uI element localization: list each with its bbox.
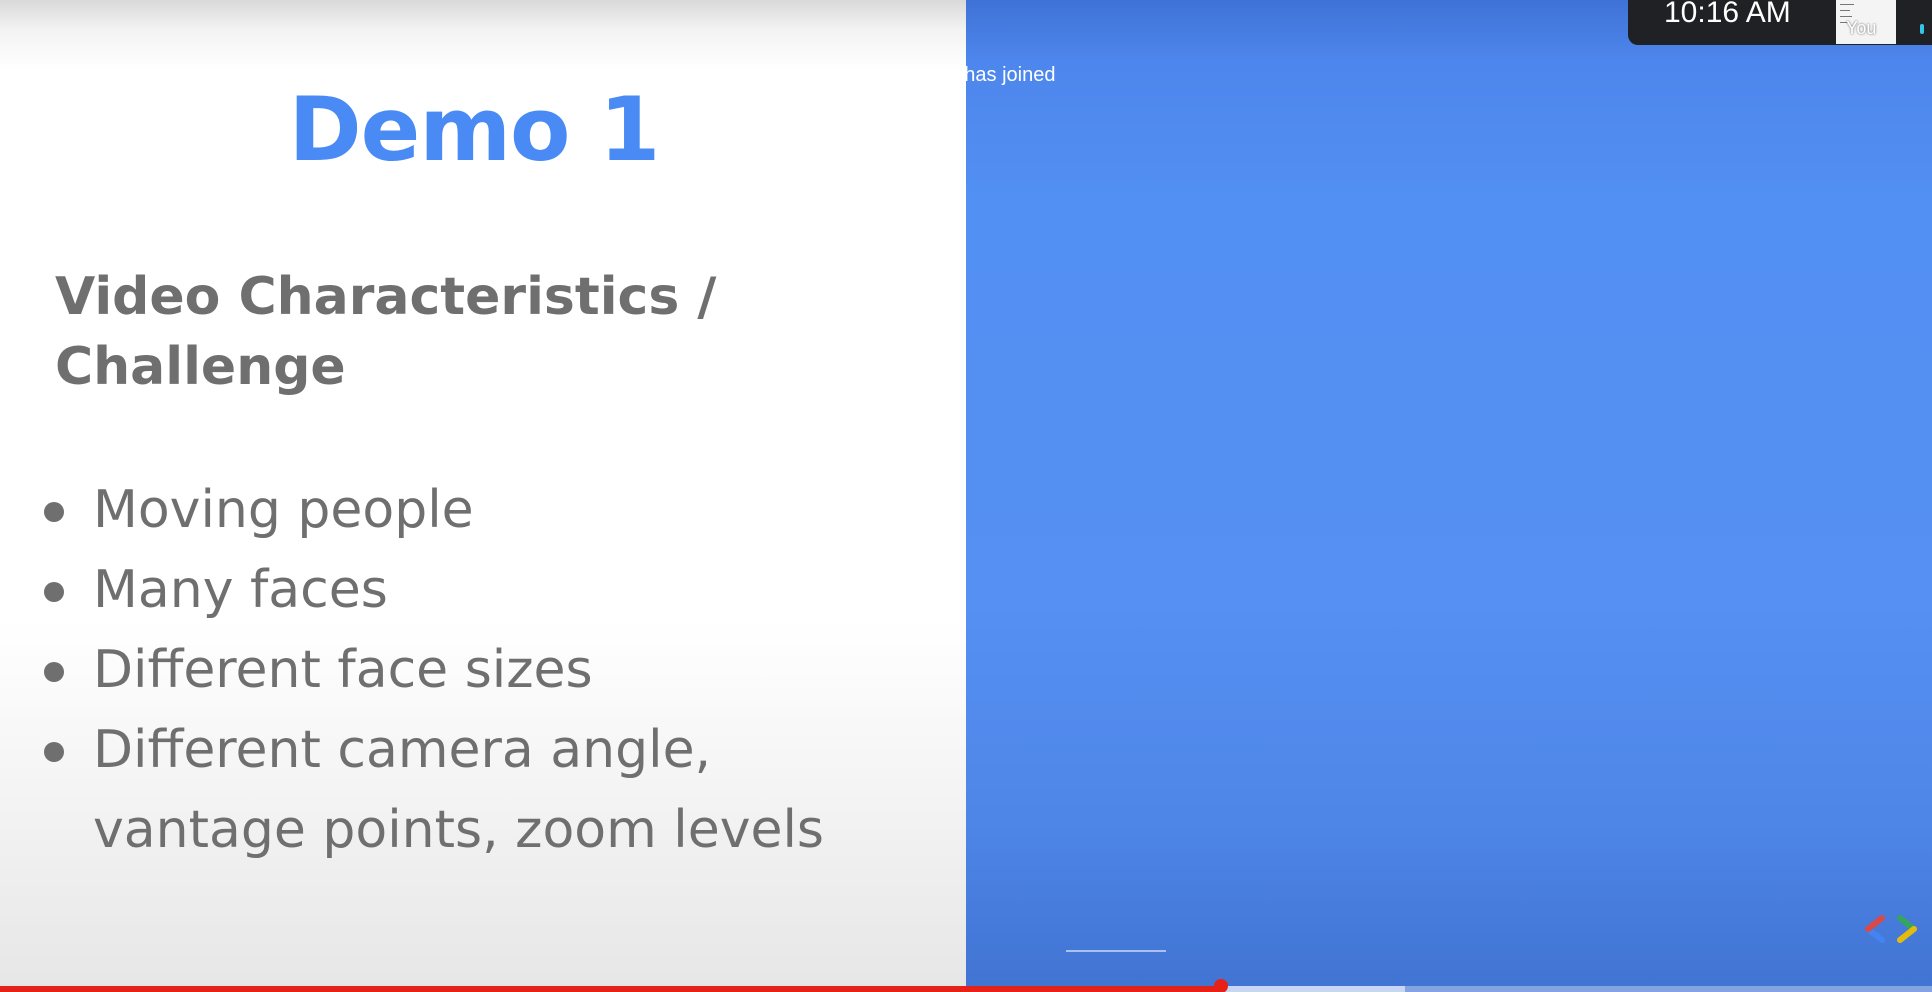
drag-handle[interactable] xyxy=(1066,950,1166,952)
meeting-status-text: No one else has joined xyxy=(852,64,1056,86)
bullet-dot-icon xyxy=(44,742,64,762)
google-developers-logo-icon xyxy=(1865,915,1917,943)
self-view-label: You xyxy=(1846,18,1877,38)
bullet-item: Moving people xyxy=(40,470,940,550)
audio-indicator-icon xyxy=(1920,24,1924,34)
progress-played xyxy=(0,986,1222,992)
progress-bar[interactable] xyxy=(0,986,1932,992)
bullet-list: Moving people Many faces Different face … xyxy=(40,470,940,870)
bullet-dot-icon xyxy=(44,582,64,602)
bullet-item: Different face sizes xyxy=(40,630,940,710)
participant-pane xyxy=(966,0,1932,992)
bullet-text: Many faces xyxy=(93,560,388,620)
self-view-tile[interactable]: You xyxy=(1836,0,1896,44)
bullet-dot-icon xyxy=(44,662,64,682)
presentation-slide: Demo 1 Video Characteristics / Challenge… xyxy=(0,0,966,992)
bullet-item: Different camera angle, vantage points, … xyxy=(40,710,940,870)
bullet-dot-icon xyxy=(44,502,64,522)
slide-subtitle: Video Characteristics / Challenge xyxy=(55,267,717,397)
video-frame[interactable]: Demo 1 Video Characteristics / Challenge… xyxy=(0,0,1932,992)
bullet-item: Many faces xyxy=(40,550,940,630)
clock-time: 10:16 AM xyxy=(1664,0,1791,29)
bullet-text: Different face sizes xyxy=(93,640,593,700)
bullet-text: Moving people xyxy=(93,480,474,540)
slide-title: Demo 1 xyxy=(288,78,661,181)
progress-scrubber-handle[interactable] xyxy=(1214,979,1229,992)
bullet-text: Different camera angle, vantage points, … xyxy=(93,720,824,860)
